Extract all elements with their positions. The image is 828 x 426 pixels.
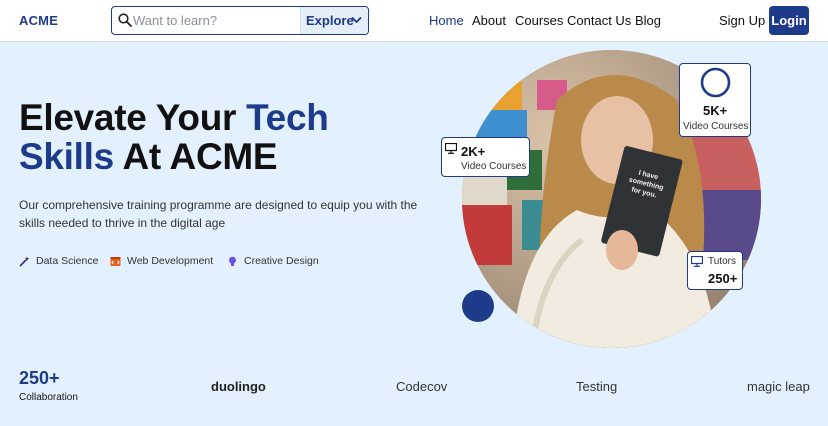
- stat-label: Video Courses: [683, 121, 749, 132]
- collaboration-label: Collaboration: [19, 392, 78, 403]
- stat-value: 250+: [708, 271, 738, 286]
- monitor-icon: [691, 256, 703, 267]
- stat-value: 5K+: [703, 103, 728, 118]
- explore-dropdown[interactable]: Explore: [300, 7, 368, 34]
- nav-about[interactable]: About: [472, 13, 506, 28]
- decorative-dot: [462, 290, 494, 322]
- explore-label: Explore: [306, 13, 354, 28]
- category-label: Creative Design: [244, 255, 319, 267]
- stat-label: Video Courses: [461, 161, 527, 172]
- lightbulb-icon: [229, 256, 236, 266]
- hero-headline: Elevate Your Tech Skills At ACME: [19, 98, 419, 176]
- headline-text-1: Elevate Your: [19, 97, 247, 138]
- partner-logo-magic-leap: magic leap: [747, 379, 810, 394]
- category-label: Data Science: [36, 255, 99, 267]
- circle-icon: [700, 67, 731, 98]
- chevron-down-icon: [351, 16, 362, 24]
- collaboration-count: 250+: [19, 368, 60, 388]
- site-header: ACME Explore Home About Courses Contact …: [0, 0, 828, 42]
- signup-link[interactable]: Sign Up: [719, 13, 765, 28]
- search-input[interactable]: [133, 10, 298, 31]
- headline-text-2: At ACME: [113, 136, 278, 177]
- monitor-icon: [445, 143, 457, 154]
- search-icon: [118, 13, 132, 27]
- partner-logo-codecov: Codecov: [396, 379, 448, 394]
- search-bar: Explore: [111, 6, 369, 35]
- logo[interactable]: ACME: [19, 13, 58, 28]
- login-button[interactable]: Login: [769, 6, 809, 35]
- magic-wand-icon: [19, 256, 29, 267]
- stat-card-video-courses-5k: 5K+ Video Courses: [679, 63, 751, 137]
- nav-contact-us[interactable]: Contact Us: [567, 13, 631, 28]
- category-label: Web Development: [127, 255, 214, 267]
- hero-subtext: Our comprehensive training programme are…: [19, 198, 418, 230]
- headline-accent-2: Skills: [19, 136, 114, 177]
- nav-home[interactable]: Home: [429, 13, 464, 28]
- partner-logo-testing: Testing: [576, 379, 618, 394]
- stat-value: 2K+: [461, 144, 486, 159]
- nav-blog[interactable]: Blog: [635, 13, 661, 28]
- stat-label: Tutors: [708, 256, 736, 267]
- stat-card-video-courses-2k: 2K+ Video Courses: [441, 137, 530, 177]
- nav-courses[interactable]: Courses: [515, 13, 563, 28]
- code-window-icon: [110, 257, 121, 266]
- partner-logo-duolingo: duolingo: [211, 379, 266, 394]
- stat-card-tutors: Tutors 250+: [687, 251, 743, 290]
- headline-accent-1: Tech: [246, 97, 329, 138]
